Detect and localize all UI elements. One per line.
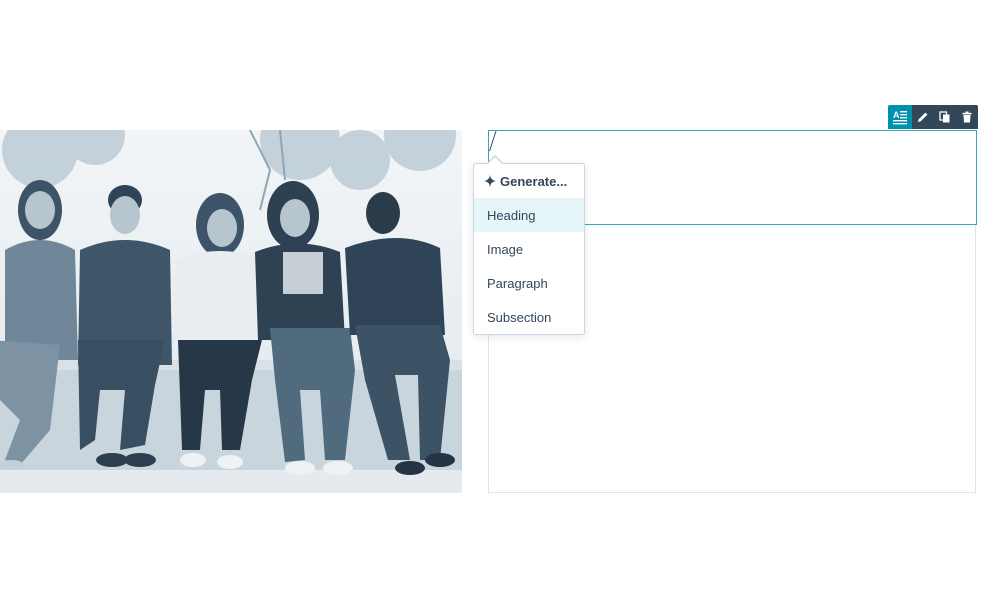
menu-item-paragraph[interactable]: Paragraph bbox=[474, 266, 584, 300]
module-toolbar: A bbox=[888, 105, 978, 129]
menu-item-generate[interactable]: Generate... bbox=[474, 164, 584, 198]
menu-item-image[interactable]: Image bbox=[474, 232, 584, 266]
delete-toolbar-button[interactable] bbox=[956, 105, 978, 129]
photo-illustration bbox=[0, 130, 462, 493]
menu-item-heading[interactable]: Heading bbox=[474, 198, 584, 232]
menu-item-label: Paragraph bbox=[487, 275, 548, 291]
menu-item-label: Subsection bbox=[487, 309, 552, 325]
insert-content-menu: Generate... Heading Image Paragraph Subs… bbox=[473, 163, 585, 335]
sparkle-icon bbox=[484, 175, 496, 187]
clone-toolbar-button[interactable] bbox=[934, 105, 956, 129]
dropdown-caret-fill bbox=[488, 157, 502, 164]
trash-icon bbox=[962, 111, 972, 123]
menu-item-subsection[interactable]: Subsection bbox=[474, 300, 584, 334]
edit-toolbar-button[interactable] bbox=[912, 105, 934, 129]
rich-text-icon: A bbox=[893, 110, 907, 125]
page-editor-canvas: A Generate... Heading Image Paragraph Su… bbox=[0, 0, 989, 591]
menu-item-label: Image bbox=[487, 241, 524, 257]
svg-text:A: A bbox=[893, 110, 900, 120]
duplicate-icon bbox=[939, 111, 950, 123]
pencil-icon bbox=[918, 112, 928, 122]
rich-text-toolbar-button[interactable]: A bbox=[888, 105, 912, 129]
team-photo-image[interactable] bbox=[0, 130, 462, 493]
menu-item-generate-label: Generate... bbox=[500, 173, 568, 189]
menu-item-label: Heading bbox=[487, 207, 536, 223]
